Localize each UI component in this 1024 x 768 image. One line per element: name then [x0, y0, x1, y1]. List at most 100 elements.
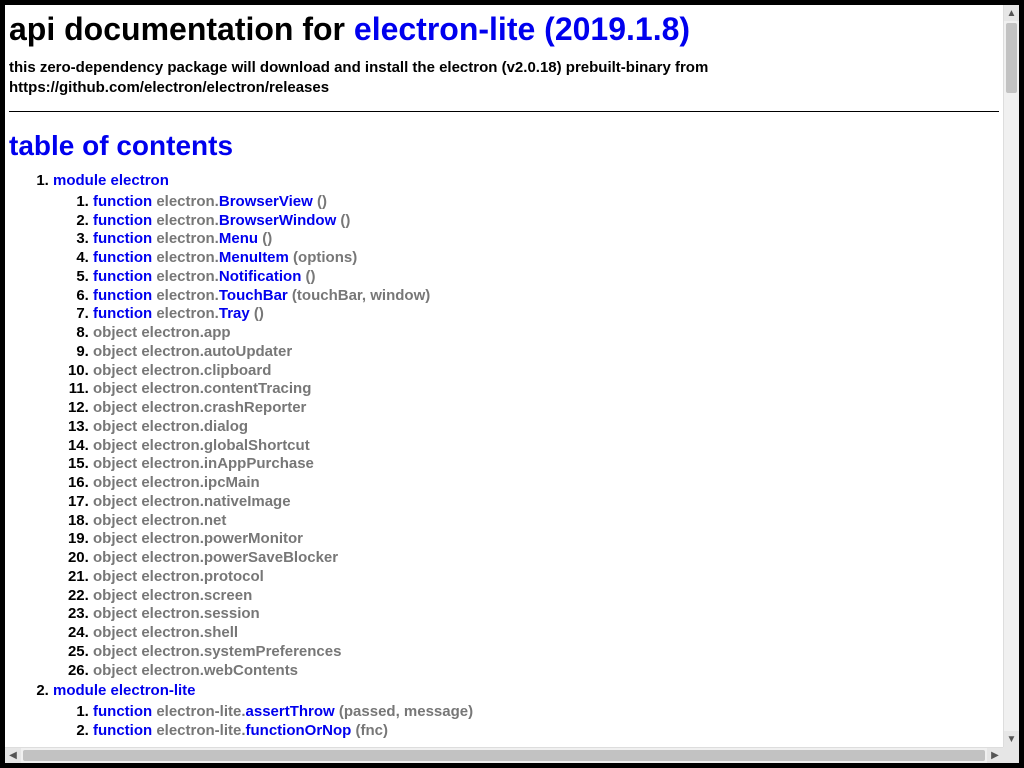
function-keyword: function [93, 212, 156, 229]
function-link[interactable]: function electron-lite.functionOrNop (fn… [93, 722, 388, 739]
object-entry: object electron.globalShortcut [93, 437, 310, 454]
function-name: Tray [219, 305, 254, 322]
function-name: TouchBar [219, 287, 292, 304]
object-entry: object electron.shell [93, 624, 238, 641]
toc-item: function electron.BrowserWindow () [93, 212, 999, 231]
function-name: MenuItem [219, 249, 293, 266]
function-link[interactable]: function electron.TouchBar (touchBar, wi… [93, 287, 430, 304]
function-name: functionOrNop [246, 722, 356, 739]
horizontal-scroll-thumb[interactable] [23, 750, 985, 761]
module-link[interactable]: module electron [53, 172, 169, 189]
toc-item: object electron.clipboard [93, 362, 999, 381]
function-keyword: function [93, 249, 156, 266]
function-params: () [262, 230, 272, 247]
function-prefix: electron. [156, 305, 219, 322]
object-entry: object electron.systemPreferences [93, 643, 341, 660]
function-params: (touchBar, window) [292, 287, 430, 304]
content-area: api documentation for electron-lite (201… [5, 5, 1003, 747]
function-keyword: function [93, 268, 156, 285]
object-entry: object electron.autoUpdater [93, 343, 292, 360]
function-link[interactable]: function electron-lite.assertThrow (pass… [93, 703, 473, 720]
toc-item: object electron.contentTracing [93, 380, 999, 399]
object-entry: object electron.inAppPurchase [93, 455, 314, 472]
function-prefix: electron-lite. [156, 703, 245, 720]
object-entry: object electron.contentTracing [93, 380, 311, 397]
scroll-down-button[interactable]: ▼ [1004, 731, 1019, 747]
title-link[interactable]: electron-lite (2019.1.8) [354, 11, 690, 47]
toc-item: function electron.MenuItem (options) [93, 249, 999, 268]
function-prefix: electron. [156, 212, 219, 229]
function-link[interactable]: function electron.Tray () [93, 305, 264, 322]
toc-item: object electron.screen [93, 587, 999, 606]
object-entry: object electron.powerSaveBlocker [93, 549, 338, 566]
scroll-left-button[interactable]: ◀ [5, 748, 21, 763]
object-entry: object electron.ipcMain [93, 474, 260, 491]
function-prefix: electron. [156, 268, 219, 285]
function-params: (options) [293, 249, 357, 266]
toc-item: object electron.powerMonitor [93, 530, 999, 549]
function-link[interactable]: function electron.BrowserView () [93, 193, 327, 210]
function-keyword: function [93, 305, 156, 322]
function-prefix: electron. [156, 249, 219, 266]
module-link[interactable]: module electron-lite [53, 682, 196, 699]
function-keyword: function [93, 703, 156, 720]
function-params: () [254, 305, 264, 322]
object-entry: object electron.protocol [93, 568, 264, 585]
object-entry: object electron.webContents [93, 662, 298, 679]
page-subtitle: this zero-dependency package will downlo… [9, 58, 999, 97]
toc-item: function electron.Tray () [93, 305, 999, 324]
toc-item: object electron.globalShortcut [93, 437, 999, 456]
toc-item: object electron.session [93, 605, 999, 624]
object-entry: object electron.session [93, 605, 260, 622]
toc-item: object electron.app [93, 324, 999, 343]
toc-item: object electron.crashReporter [93, 399, 999, 418]
toc-item: function electron-lite.functionOrNop (fn… [93, 722, 999, 741]
module-items: function electron-lite.assertThrow (pass… [53, 703, 999, 741]
object-entry: object electron.crashReporter [93, 399, 306, 416]
function-link[interactable]: function electron.Notification () [93, 268, 316, 285]
toc-item: object electron.webContents [93, 662, 999, 681]
toc-list: module electronfunction electron.Browser… [9, 172, 999, 741]
function-keyword: function [93, 230, 156, 247]
toc-item: object electron.shell [93, 624, 999, 643]
toc-item: object electron.ipcMain [93, 474, 999, 493]
function-prefix: electron. [156, 287, 219, 304]
function-prefix: electron. [156, 230, 219, 247]
function-name: BrowserView [219, 193, 317, 210]
vertical-scroll-thumb[interactable] [1006, 23, 1017, 93]
function-prefix: electron. [156, 193, 219, 210]
function-keyword: function [93, 193, 156, 210]
function-link[interactable]: function electron.Menu () [93, 230, 272, 247]
function-name: Notification [219, 268, 306, 285]
function-params: () [317, 193, 327, 210]
title-prefix: api documentation for [9, 11, 354, 47]
toc-heading-link[interactable]: table of contents [9, 130, 233, 161]
toc-item: function electron.Notification () [93, 268, 999, 287]
function-link[interactable]: function electron.BrowserWindow () [93, 212, 350, 229]
function-keyword: function [93, 287, 156, 304]
vertical-scrollbar[interactable]: ▲ ▼ [1003, 5, 1019, 747]
object-entry: object electron.net [93, 512, 226, 529]
object-entry: object electron.powerMonitor [93, 530, 303, 547]
scroll-right-button[interactable]: ▶ [987, 748, 1003, 763]
toc-item: object electron.autoUpdater [93, 343, 999, 362]
function-name: BrowserWindow [219, 212, 341, 229]
function-prefix: electron-lite. [156, 722, 245, 739]
function-params: () [340, 212, 350, 229]
toc-item: function electron.BrowserView () [93, 193, 999, 212]
object-entry: object electron.screen [93, 587, 252, 604]
object-entry: object electron.dialog [93, 418, 248, 435]
horizontal-scrollbar[interactable]: ◀ ▶ [5, 747, 1003, 763]
divider [9, 111, 999, 112]
toc-item: function electron.Menu () [93, 230, 999, 249]
toc-item: object electron.powerSaveBlocker [93, 549, 999, 568]
scroll-up-button[interactable]: ▲ [1004, 5, 1019, 21]
page-title: api documentation for electron-lite (201… [9, 11, 999, 48]
function-keyword: function [93, 722, 156, 739]
toc-item: object electron.systemPreferences [93, 643, 999, 662]
toc-item: function electron-lite.assertThrow (pass… [93, 703, 999, 722]
toc-item: object electron.inAppPurchase [93, 455, 999, 474]
function-link[interactable]: function electron.MenuItem (options) [93, 249, 357, 266]
object-entry: object electron.app [93, 324, 231, 341]
function-params: (passed, message) [339, 703, 473, 720]
